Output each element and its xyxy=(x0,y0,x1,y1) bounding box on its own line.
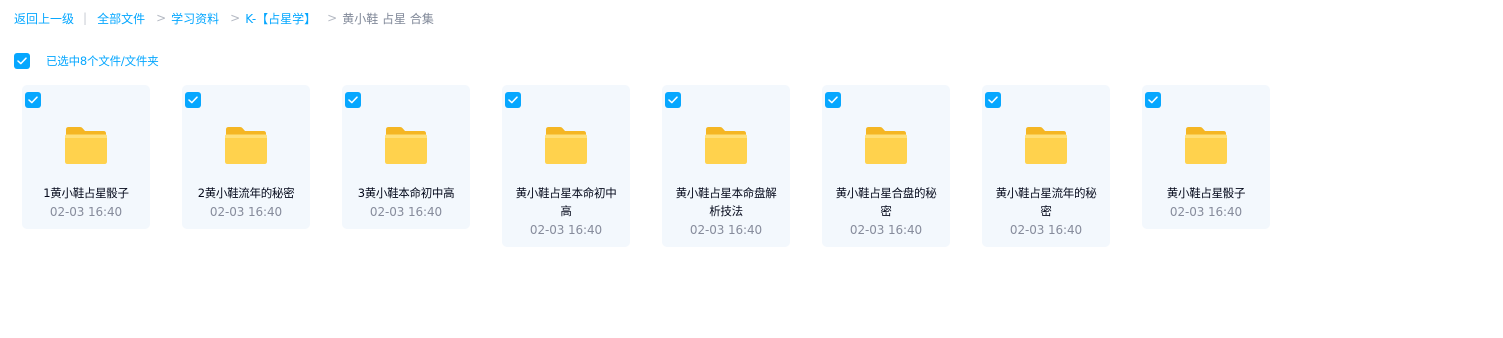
folder-card[interactable]: 黄小鞋占星本命盘解析技法 02-03 16:40 xyxy=(662,85,790,247)
folder-name[interactable]: 黄小鞋占星骰子 xyxy=(1152,184,1260,202)
breadcrumb: 返回上一级 | 全部文件 > 学习资料 > K-【占星学】 > 黄小鞋 占星 合… xyxy=(14,9,434,27)
folder-card[interactable]: 3黄小鞋本命初中高 02-03 16:40 xyxy=(342,85,470,229)
folder-modified-time: 02-03 16:40 xyxy=(49,205,123,219)
folder-checkbox[interactable] xyxy=(505,92,521,108)
folder-card[interactable]: 黄小鞋占星合盘的秘密 02-03 16:40 xyxy=(822,85,950,247)
file-grid: 1黄小鞋占星骰子 02-03 16:40 2黄小鞋流年的秘密 02-03 16:… xyxy=(22,85,1302,247)
breadcrumb-item-all-files[interactable]: 全部文件 xyxy=(97,10,145,27)
folder-icon xyxy=(1185,127,1227,164)
breadcrumb-divider: | xyxy=(83,11,88,25)
selection-bar: 已选中8个文件/文件夹 xyxy=(14,52,159,69)
folder-checkbox[interactable] xyxy=(185,92,201,108)
folder-card[interactable]: 黄小鞋占星骰子 02-03 16:40 xyxy=(1142,85,1270,229)
folder-checkbox[interactable] xyxy=(345,92,361,108)
folder-modified-time: 02-03 16:40 xyxy=(689,223,763,237)
folder-name[interactable]: 1黄小鞋占星骰子 xyxy=(32,184,140,202)
folder-icon xyxy=(65,127,107,164)
folder-modified-time: 02-03 16:40 xyxy=(529,223,603,237)
folder-icon xyxy=(865,127,907,164)
folder-card[interactable]: 1黄小鞋占星骰子 02-03 16:40 xyxy=(22,85,150,229)
breadcrumb-item-astrology[interactable]: K-【占星学】 xyxy=(245,10,316,27)
check-icon xyxy=(17,56,27,64)
folder-checkbox[interactable] xyxy=(25,92,41,108)
folder-checkbox[interactable] xyxy=(1145,92,1161,108)
check-icon xyxy=(348,96,358,104)
folder-name[interactable]: 黄小鞋占星本命初中高 xyxy=(512,184,620,220)
folder-modified-time: 02-03 16:40 xyxy=(849,223,923,237)
breadcrumb-separator: > xyxy=(230,11,241,25)
select-all-checkbox[interactable] xyxy=(14,52,30,69)
breadcrumb-item-study-materials[interactable]: 学习资料 xyxy=(171,10,219,27)
selection-count-text: 已选中8个文件/文件夹 xyxy=(46,53,159,68)
folder-name[interactable]: 3黄小鞋本命初中高 xyxy=(352,184,460,202)
check-icon xyxy=(828,96,838,104)
folder-name[interactable]: 2黄小鞋流年的秘密 xyxy=(192,184,300,202)
check-icon xyxy=(988,96,998,104)
check-icon xyxy=(668,96,678,104)
folder-card[interactable]: 2黄小鞋流年的秘密 02-03 16:40 xyxy=(182,85,310,229)
folder-name[interactable]: 黄小鞋占星合盘的秘密 xyxy=(832,184,940,220)
folder-icon xyxy=(225,127,267,164)
breadcrumb-separator: > xyxy=(156,11,167,25)
back-link[interactable]: 返回上一级 xyxy=(14,10,74,27)
folder-modified-time: 02-03 16:40 xyxy=(369,205,443,219)
folder-modified-time: 02-03 16:40 xyxy=(1009,223,1083,237)
folder-checkbox[interactable] xyxy=(665,92,681,108)
breadcrumb-separator: > xyxy=(327,11,338,25)
check-icon xyxy=(1148,96,1158,104)
folder-card[interactable]: 黄小鞋占星本命初中高 02-03 16:40 xyxy=(502,85,630,247)
file-browser: 返回上一级 | 全部文件 > 学习资料 > K-【占星学】 > 黄小鞋 占星 合… xyxy=(0,0,1503,338)
folder-checkbox[interactable] xyxy=(985,92,1001,108)
folder-card[interactable]: 黄小鞋占星流年的秘密 02-03 16:40 xyxy=(982,85,1110,247)
folder-checkbox[interactable] xyxy=(825,92,841,108)
folder-icon xyxy=(1025,127,1067,164)
folder-modified-time: 02-03 16:40 xyxy=(209,205,283,219)
check-icon xyxy=(508,96,518,104)
check-icon xyxy=(188,96,198,104)
folder-icon xyxy=(545,127,587,164)
folder-icon xyxy=(705,127,747,164)
folder-name[interactable]: 黄小鞋占星本命盘解析技法 xyxy=(672,184,780,220)
folder-icon xyxy=(385,127,427,164)
check-icon xyxy=(28,96,38,104)
folder-modified-time: 02-03 16:40 xyxy=(1169,205,1243,219)
folder-name[interactable]: 黄小鞋占星流年的秘密 xyxy=(992,184,1100,220)
breadcrumb-item-current: 黄小鞋 占星 合集 xyxy=(342,11,434,26)
